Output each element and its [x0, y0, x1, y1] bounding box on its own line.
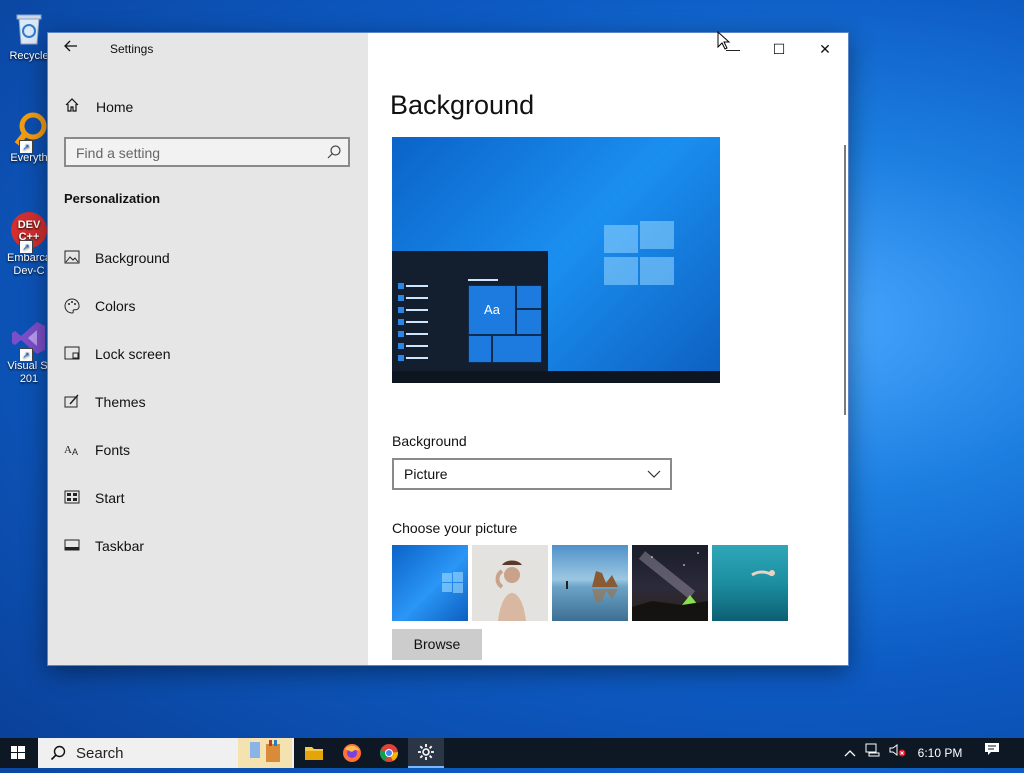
search-icon[interactable]: [326, 144, 342, 160]
notification-icon: [985, 743, 999, 755]
browse-button[interactable]: Browse: [392, 629, 482, 660]
tile-text: Aa: [484, 302, 500, 317]
action-center-button[interactable]: [980, 738, 1004, 768]
sidebar-item-start[interactable]: Start: [64, 487, 125, 509]
sidebar-item-colors[interactable]: Colors: [64, 295, 135, 317]
sidebar: Settings Home Personalization Background…: [48, 33, 368, 665]
preview-start-menu: Aa: [392, 251, 548, 373]
sidebar-item-lock-screen[interactable]: Lock screen: [64, 343, 170, 365]
lock-screen-icon: [64, 346, 82, 362]
close-icon: ✕: [819, 41, 831, 57]
sidebar-item-fonts[interactable]: AA Fonts: [64, 439, 130, 461]
start-button[interactable]: [0, 738, 36, 768]
background-type-label: Background: [392, 433, 467, 449]
sidebar-item-label: Themes: [95, 394, 146, 410]
sidebar-item-label: Background: [95, 250, 170, 266]
volume-status[interactable]: [886, 738, 908, 768]
taskbar-icon: [64, 538, 82, 554]
shortcut-arrow-icon: ↗: [19, 240, 33, 254]
palette-icon: [64, 298, 82, 314]
back-arrow-icon: [64, 40, 77, 52]
thumbnail-underwater-swimmer[interactable]: [712, 545, 788, 621]
home-label: Home: [96, 99, 134, 115]
thumbnail-beach-rocks[interactable]: [552, 545, 628, 621]
scrollbar[interactable]: [844, 145, 846, 415]
gear-icon: [418, 744, 434, 760]
network-status[interactable]: [862, 738, 884, 768]
section-title: Personalization: [64, 191, 161, 206]
speaker-muted-icon: [889, 744, 906, 757]
search-icon: [50, 745, 66, 761]
themes-brush-icon: [64, 394, 82, 410]
windows-logo-icon: [11, 746, 25, 759]
page-title: Background: [390, 90, 535, 120]
taskbar-settings[interactable]: [408, 738, 444, 768]
taskbar-firefox[interactable]: [334, 738, 370, 768]
maximize-icon: ☐: [772, 41, 786, 57]
desktop-icon-label: Recycle: [9, 50, 49, 62]
svg-text:DEV: DEV: [18, 219, 41, 231]
preview-taskbar: [392, 371, 720, 383]
devcpp-icon: DEV C++ ↗: [9, 210, 49, 254]
chevron-up-icon: [844, 750, 856, 757]
thumbnail-woman-portrait[interactable]: [472, 545, 548, 621]
start-icon: [64, 490, 82, 506]
mouse-cursor-icon: [717, 31, 731, 50]
choose-picture-label: Choose your picture: [392, 520, 518, 536]
fonts-icon: AA: [64, 442, 82, 458]
chrome-icon: [380, 744, 399, 762]
desktop-icon-label: Embarca Dev-C: [6, 252, 52, 277]
folder-icon: [305, 747, 323, 760]
search-highlight-illustration-icon: [238, 738, 292, 768]
thumbnail-night-sky-tent[interactable]: [632, 545, 708, 621]
sidebar-item-label: Fonts: [95, 442, 131, 458]
find-setting-search[interactable]: [64, 137, 350, 167]
show-hidden-icons-button[interactable]: [840, 738, 860, 768]
background-type-dropdown[interactable]: Picture: [392, 458, 672, 490]
sidebar-item-home[interactable]: Home: [64, 97, 133, 117]
sidebar-item-label: Lock screen: [95, 346, 171, 362]
sidebar-item-taskbar[interactable]: Taskbar: [64, 535, 144, 557]
sidebar-item-background[interactable]: Background: [64, 247, 170, 269]
taskbar: 6:10 PM: [0, 738, 1024, 768]
picture-icon: [64, 250, 82, 266]
firefox-icon: [343, 744, 361, 762]
sidebar-item-label: Colors: [95, 298, 136, 314]
home-icon: [64, 97, 82, 117]
desktop-icon-label: Visual St 201: [7, 360, 51, 385]
sidebar-item-label: Taskbar: [95, 538, 145, 554]
close-button[interactable]: ✕: [802, 33, 848, 65]
everything-search-icon: ↗: [9, 110, 49, 154]
taskbar-chrome[interactable]: [371, 738, 407, 768]
shortcut-arrow-icon: ↗: [19, 140, 33, 154]
taskbar-search-box[interactable]: [38, 738, 294, 768]
svg-text:A: A: [72, 447, 78, 456]
recycle-bin-icon: [9, 8, 49, 48]
taskbar-file-explorer[interactable]: [296, 738, 332, 768]
maximize-button[interactable]: ☐: [756, 33, 802, 65]
dropdown-value: Picture: [404, 466, 448, 482]
main-content: — ☐ ✕ Background Aa Background Picture C…: [368, 33, 848, 665]
shortcut-arrow-icon: ↗: [19, 348, 33, 362]
search-input[interactable]: [66, 139, 318, 167]
thumbnail-windows-hero[interactable]: [392, 545, 468, 621]
sidebar-item-label: Start: [95, 490, 125, 506]
window-title: Settings: [110, 42, 154, 56]
settings-window: Settings Home Personalization Background…: [48, 33, 848, 665]
visual-studio-icon: ↗: [9, 318, 49, 362]
chevron-down-icon: [647, 470, 661, 478]
background-preview: Aa: [392, 137, 720, 383]
svg-text:A: A: [64, 444, 72, 456]
network-icon: [865, 743, 880, 757]
sidebar-item-themes[interactable]: Themes: [64, 391, 146, 413]
clock[interactable]: 6:10 PM: [912, 738, 968, 768]
preview-tile-large: Aa: [468, 285, 516, 335]
back-button[interactable]: [60, 39, 82, 59]
